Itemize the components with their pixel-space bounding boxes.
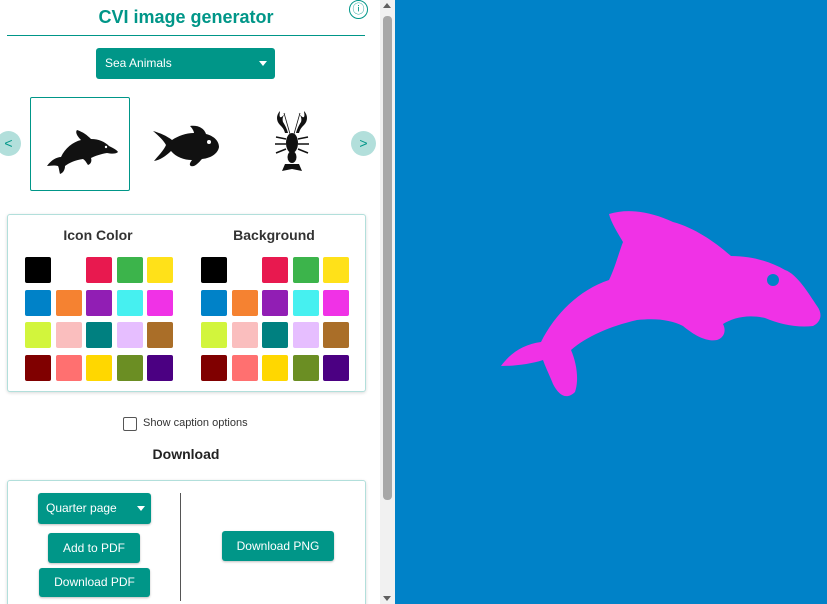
carousel-prev-button[interactable]: < xyxy=(0,131,21,156)
icon-color-swatch[interactable] xyxy=(116,257,143,283)
caret-down-icon xyxy=(137,506,145,511)
background-color-swatch[interactable] xyxy=(292,289,319,316)
caption-checkbox[interactable] xyxy=(123,417,137,431)
lobster-icon xyxy=(275,111,309,171)
icon-color-swatch[interactable] xyxy=(116,289,143,316)
control-panel: CVI image generator ⓘ Sea Animals < > Ic… xyxy=(0,0,380,604)
category-select-value: Sea Animals xyxy=(105,56,172,70)
icon-color-swatch[interactable] xyxy=(55,354,82,381)
download-pdf-button[interactable]: Download PDF xyxy=(39,568,150,597)
background-color-swatch[interactable] xyxy=(201,354,227,381)
download-divider xyxy=(180,493,181,601)
thumbnail-lobster[interactable] xyxy=(242,97,342,191)
download-png-button[interactable]: Download PNG xyxy=(222,531,334,561)
background-color-swatch[interactable] xyxy=(262,354,288,381)
image-preview xyxy=(395,0,827,604)
icon-color-swatch[interactable] xyxy=(25,257,51,283)
icon-color-swatch[interactable] xyxy=(116,354,143,381)
icon-color-swatch[interactable] xyxy=(25,354,51,381)
background-color-swatch[interactable] xyxy=(201,322,227,348)
icon-color-swatch[interactable] xyxy=(86,257,112,283)
icon-color-swatch[interactable] xyxy=(86,289,112,316)
fish-icon xyxy=(153,125,219,167)
icon-color-swatch[interactable] xyxy=(55,322,82,348)
background-color-swatch[interactable] xyxy=(323,322,349,348)
icon-color-swatch[interactable] xyxy=(147,354,173,381)
icon-color-swatch[interactable] xyxy=(55,257,82,283)
icon-color-swatch[interactable] xyxy=(25,322,51,348)
background-color-swatch[interactable] xyxy=(262,322,288,348)
icon-color-heading: Icon Color xyxy=(63,227,133,243)
caret-down-icon xyxy=(259,61,267,66)
info-icon[interactable]: ⓘ xyxy=(349,0,368,19)
icon-color-swatch[interactable] xyxy=(86,354,112,381)
background-color-swatch[interactable] xyxy=(323,354,349,381)
background-color-swatch[interactable] xyxy=(231,322,258,348)
icon-color-swatch[interactable] xyxy=(147,257,173,283)
add-to-pdf-button[interactable]: Add to PDF xyxy=(48,533,140,563)
color-card: Icon Color Background xyxy=(7,214,366,392)
background-color-swatch[interactable] xyxy=(292,322,319,348)
preview-dolphin-icon xyxy=(501,211,821,397)
background-color-swatch[interactable] xyxy=(262,289,288,316)
background-color-swatch[interactable] xyxy=(323,257,349,283)
icon-color-swatch[interactable] xyxy=(86,322,112,348)
page-size-value: Quarter page xyxy=(46,501,117,515)
preview-dolphin-eye xyxy=(767,274,779,286)
background-color-swatch[interactable] xyxy=(201,257,227,283)
download-heading: Download xyxy=(152,446,220,462)
category-select[interactable]: Sea Animals xyxy=(96,48,275,79)
scroll-up-icon[interactable] xyxy=(383,3,391,8)
page-title: CVI image generator xyxy=(98,7,274,27)
scrollbar[interactable] xyxy=(380,0,395,604)
icon-color-swatch[interactable] xyxy=(55,289,82,316)
carousel-next-button[interactable]: > xyxy=(351,131,376,156)
background-color-swatch[interactable] xyxy=(323,289,349,316)
icon-color-swatch[interactable] xyxy=(25,289,51,316)
icon-color-swatch[interactable] xyxy=(116,322,143,348)
dolphin-icon xyxy=(47,130,118,174)
background-color-swatch[interactable] xyxy=(262,257,288,283)
background-color-swatch[interactable] xyxy=(292,354,319,381)
icon-color-swatch[interactable] xyxy=(147,289,173,316)
thumbnail-dolphin[interactable] xyxy=(30,97,130,191)
scroll-down-icon[interactable] xyxy=(383,596,391,601)
title-divider xyxy=(7,35,365,36)
background-color-swatch[interactable] xyxy=(292,257,319,283)
background-color-swatch[interactable] xyxy=(231,257,258,283)
thumbnail-fish[interactable] xyxy=(136,97,236,191)
page-size-select[interactable]: Quarter page xyxy=(38,493,151,524)
scrollbar-thumb[interactable] xyxy=(383,16,392,500)
app-root: CVI image generator ⓘ Sea Animals < > Ic… xyxy=(0,0,827,604)
background-color-swatch[interactable] xyxy=(231,354,258,381)
caption-label[interactable]: Show caption options xyxy=(143,417,248,429)
background-color-swatch[interactable] xyxy=(231,289,258,316)
background-color-swatch[interactable] xyxy=(201,289,227,316)
background-color-heading: Background xyxy=(233,227,315,243)
icon-color-swatch[interactable] xyxy=(147,322,173,348)
download-card: Quarter page Add to PDF Download PDF Dow… xyxy=(7,480,366,604)
